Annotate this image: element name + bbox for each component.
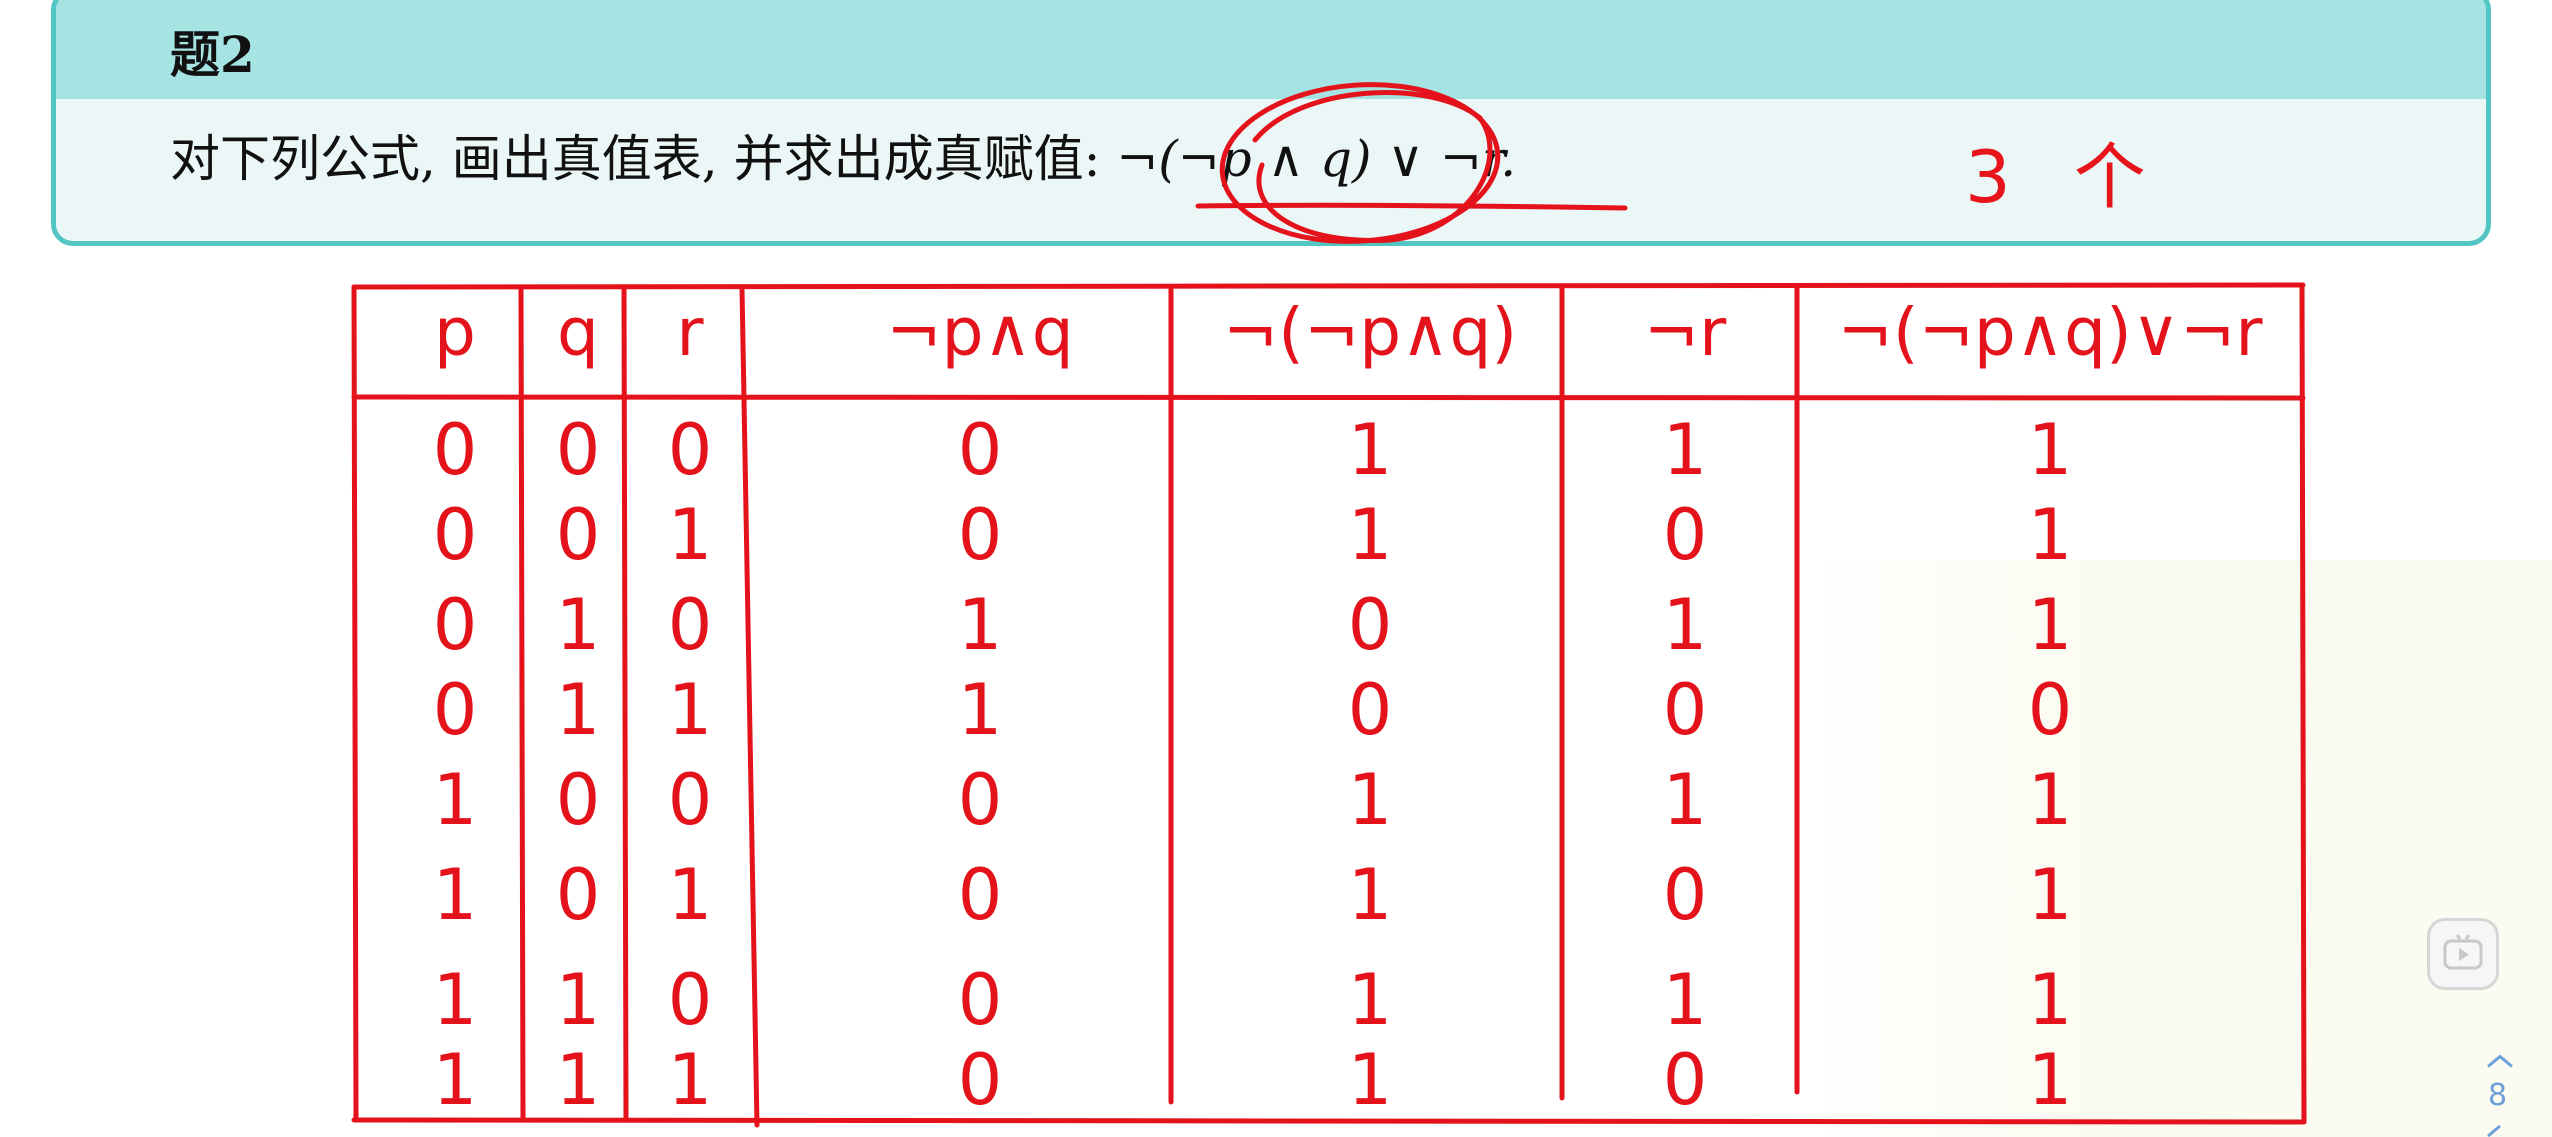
cell-p-row-7: 1 [432,959,478,1041]
page-number: 8 [2488,1078,2508,1113]
cell-not-notp-and-q-row-2: 1 [1347,494,1393,576]
cell-q-row-6: 0 [555,854,601,936]
cell-not-r-row-8: 0 [1662,1039,1708,1121]
cell-p-row-8: 1 [432,1039,478,1121]
cell-result-row-6: 1 [2027,854,2073,936]
cell-notp-and-q-row-3: 1 [957,584,1003,666]
cell-result-row-3: 1 [2027,584,2073,666]
cell-not-r-row-3: 1 [1662,584,1708,666]
cell-not-notp-and-q-row-3: 0 [1347,584,1393,666]
cell-result-row-5: 1 [2027,759,2073,841]
cell-q-row-2: 0 [555,494,601,576]
cell-not-r-row-2: 0 [1662,494,1708,576]
header-notp-and-q: ¬p∧q [886,294,1074,371]
cell-not-r-row-5: 1 [1662,759,1708,841]
cell-not-notp-and-q-row-6: 1 [1347,854,1393,936]
cell-not-r-row-6: 0 [1662,854,1708,936]
cell-r-row-8: 1 [667,1039,713,1121]
video-play-icon[interactable] [2427,918,2499,990]
cell-q-row-1: 0 [555,409,601,491]
cell-not-r-row-4: 0 [1662,669,1708,751]
cell-result-row-2: 1 [2027,494,2073,576]
cell-p-row-2: 0 [432,494,478,576]
cell-not-notp-and-q-row-1: 1 [1347,409,1393,491]
cell-p-row-4: 0 [432,669,478,751]
cell-notp-and-q-row-6: 0 [957,854,1003,936]
cell-p-row-3: 0 [432,584,478,666]
cell-notp-and-q-row-2: 0 [957,494,1003,576]
cell-p-row-5: 1 [432,759,478,841]
cell-q-row-4: 1 [555,669,601,751]
cell-result-row-4: 0 [2027,669,2073,751]
cell-result-row-1: 1 [2027,409,2073,491]
header-p: p [434,294,476,371]
cell-not-notp-and-q-row-7: 1 [1347,959,1393,1041]
scroll-down-icon[interactable] [2480,1118,2520,1137]
header-result: ¬(¬p∧q)∨¬r [1837,294,2263,371]
cell-r-row-7: 0 [667,959,713,1041]
scroll-up-icon[interactable] [2470,1000,2530,1137]
cell-notp-and-q-row-8: 0 [957,1039,1003,1121]
cell-r-row-1: 0 [667,409,713,491]
cell-q-row-7: 1 [555,959,601,1041]
cell-not-r-row-7: 1 [1662,959,1708,1041]
cell-r-row-4: 1 [667,669,713,751]
cell-notp-and-q-row-7: 0 [957,959,1003,1041]
cell-not-notp-and-q-row-8: 1 [1347,1039,1393,1121]
cell-not-notp-and-q-row-5: 1 [1347,759,1393,841]
cell-r-row-2: 1 [667,494,713,576]
cell-r-row-6: 1 [667,854,713,936]
cell-p-row-1: 0 [432,409,478,491]
cell-not-r-row-1: 1 [1662,409,1708,491]
cell-notp-and-q-row-4: 1 [957,669,1003,751]
header-r: r [676,294,704,371]
header-q: q [557,294,599,371]
truth-table-grid [351,282,2307,1128]
cell-notp-and-q-row-5: 0 [957,759,1003,841]
cell-notp-and-q-row-1: 0 [957,409,1003,491]
cell-result-row-8: 1 [2027,1039,2073,1121]
header-not-r: ¬r [1643,294,1727,371]
cell-not-notp-and-q-row-4: 0 [1347,669,1393,751]
cell-result-row-7: 1 [2027,959,2073,1041]
header-not-notp-and-q: ¬(¬p∧q) [1222,294,1518,371]
cell-r-row-5: 0 [667,759,713,841]
cell-r-row-3: 0 [667,584,713,666]
cell-p-row-6: 1 [432,854,478,936]
cell-q-row-5: 0 [555,759,601,841]
play-icon [2443,934,2483,970]
cell-q-row-8: 1 [555,1039,601,1121]
cell-q-row-3: 1 [555,584,601,666]
